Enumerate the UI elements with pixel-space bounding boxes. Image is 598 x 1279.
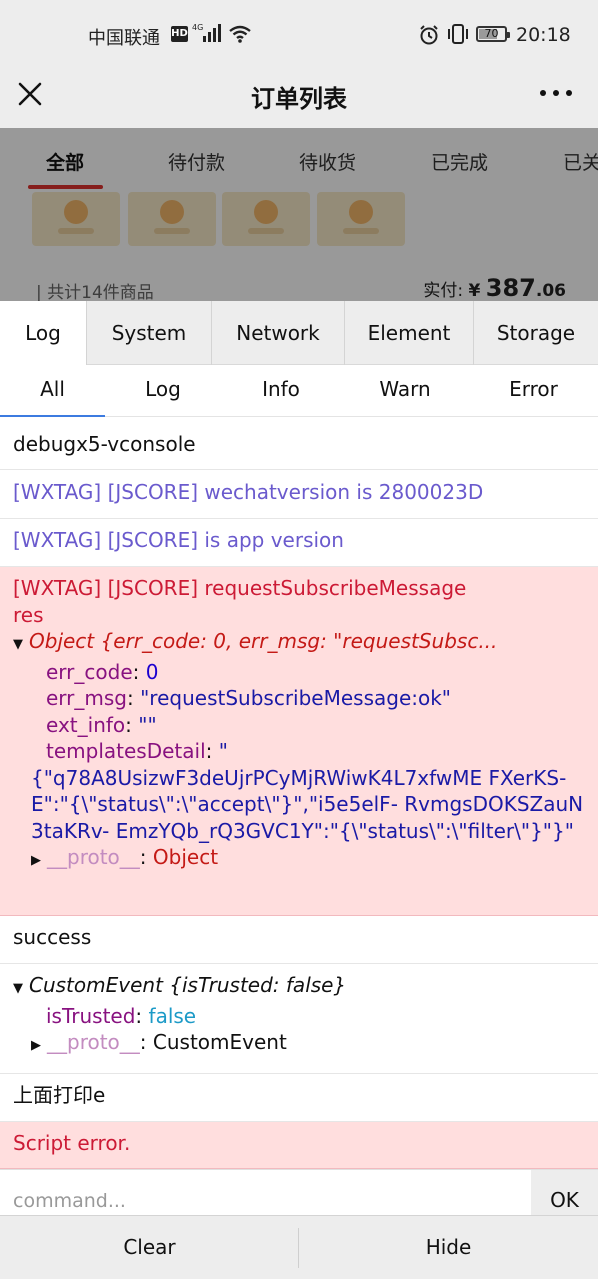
vconsole-tab-bar: Log System Network Element Storage	[0, 301, 598, 365]
object-tree-toggle[interactable]: ▼ CustomEvent {isTrusted: false}	[13, 972, 585, 1003]
property-value: "requestSubscribeMessage:ok"	[140, 686, 452, 710]
object-property: err_msg: "requestSubscribeMessage:ok"	[46, 686, 452, 710]
object-property: err_code: 0	[46, 659, 159, 684]
filter-info[interactable]: Info	[221, 365, 341, 417]
status-bar: 中国联通 HD 4G 70 20:18	[0, 0, 598, 68]
proto-value: CustomEvent	[152, 1030, 287, 1054]
vconsole-footer: Clear Hide	[0, 1215, 598, 1279]
hd-badge: HD	[171, 26, 188, 42]
tab-storage[interactable]: Storage	[474, 301, 598, 365]
object-property: templatesDetail: "	[46, 739, 228, 763]
property-key: templatesDetail	[46, 739, 206, 763]
log-filter-bar: All Log Info Warn Error	[0, 365, 598, 417]
more-icon[interactable]	[540, 90, 572, 98]
object-property: ext_info: ""	[46, 712, 157, 737]
log-entry-error: Script error.	[0, 1122, 598, 1169]
log-text: res	[13, 602, 44, 627]
log-text: Script error.	[13, 1131, 131, 1155]
proto-key: __proto__	[47, 845, 140, 869]
property-key: ext_info	[46, 712, 126, 737]
clear-button[interactable]: Clear	[0, 1216, 299, 1279]
vibrate-icon	[448, 24, 468, 44]
ok-button[interactable]: OK	[531, 1170, 598, 1216]
templates-detail-value: {"q78A8UsizwF3deUjrPCyMjRWiwK4L7xfwME FX…	[31, 765, 584, 843]
property-key: err_code	[46, 659, 133, 684]
wifi-icon	[229, 25, 251, 43]
caret-down-icon: ▼	[13, 981, 23, 996]
log-text: [WXTAG] [JSCORE] requestSubscribeMessage	[13, 576, 467, 600]
object-summary: Object {err_code: 0, err_msg: "requestSu…	[29, 629, 498, 653]
command-input[interactable]	[0, 1170, 530, 1216]
hide-button[interactable]: Hide	[299, 1216, 598, 1279]
tab-log[interactable]: Log	[0, 301, 87, 365]
filter-log[interactable]: Log	[105, 365, 221, 417]
log-entry: 上面打印e	[0, 1074, 598, 1122]
vconsole-panel: Log System Network Element Storage All L…	[0, 301, 598, 1279]
tab-network[interactable]: Network	[212, 301, 345, 365]
object-tree-toggle[interactable]: ▼ Object {err_code: 0, err_msg: "requestS…	[13, 628, 585, 659]
signal-icon: 4G	[192, 23, 221, 42]
filter-error[interactable]: Error	[469, 365, 598, 417]
log-text: 上面打印e	[13, 1083, 106, 1107]
object-summary: CustomEvent {isTrusted: false}	[29, 973, 347, 997]
log-entry: ▼ CustomEvent {isTrusted: false} isTruste…	[0, 964, 598, 1074]
log-entry: success	[0, 916, 598, 964]
log-entry-info: [WXTAG] [JSCORE] wechatversion is 280002…	[0, 471, 598, 519]
page-title: 订单列表	[251, 85, 347, 113]
proto-toggle[interactable]: ▶ __proto__: Object	[13, 844, 585, 875]
property-value: ""	[138, 712, 157, 737]
network-type: 4G	[192, 23, 203, 32]
log-text: [WXTAG] [JSCORE] wechatversion is 280002…	[13, 480, 484, 504]
caret-right-icon: ▶	[31, 853, 41, 868]
tab-system[interactable]: System	[87, 301, 212, 365]
caret-down-icon: ▼	[13, 637, 23, 652]
property-value-open: "	[218, 739, 228, 763]
overlay-mask[interactable]	[0, 128, 598, 301]
proto-value: Object	[152, 845, 219, 869]
clock: 20:18	[516, 24, 571, 46]
log-text: success	[13, 925, 92, 949]
caret-right-icon: ▶	[31, 1038, 41, 1053]
tab-element[interactable]: Element	[345, 301, 474, 365]
log-entry-error: [WXTAG] [JSCORE] requestSubscribeMessage…	[0, 567, 598, 916]
log-entry-info: [WXTAG] [JSCORE] is app version	[0, 519, 598, 567]
property-key: err_msg	[46, 686, 127, 710]
carrier-name: 中国联通	[88, 28, 160, 49]
battery-percent: 70	[484, 27, 499, 40]
log-text: [WXTAG] [JSCORE] is app version	[13, 528, 344, 552]
command-bar: OK	[0, 1169, 598, 1216]
alarm-icon	[420, 25, 438, 45]
battery-icon: 70	[476, 26, 510, 42]
filter-warn[interactable]: Warn	[341, 365, 469, 417]
filter-all[interactable]: All	[0, 365, 105, 417]
property-key: isTrusted	[46, 1003, 136, 1028]
nav-bar: 订单列表	[0, 68, 598, 128]
property-value: 0	[145, 659, 159, 684]
proto-toggle[interactable]: ▶ __proto__: CustomEvent	[13, 1029, 585, 1060]
log-text: debugx5-vconsole	[13, 432, 196, 456]
log-entry: debugx5-vconsole	[0, 423, 598, 470]
object-property: isTrusted: false	[46, 1003, 197, 1028]
property-value: false	[148, 1003, 197, 1028]
proto-key: __proto__	[47, 1030, 140, 1054]
